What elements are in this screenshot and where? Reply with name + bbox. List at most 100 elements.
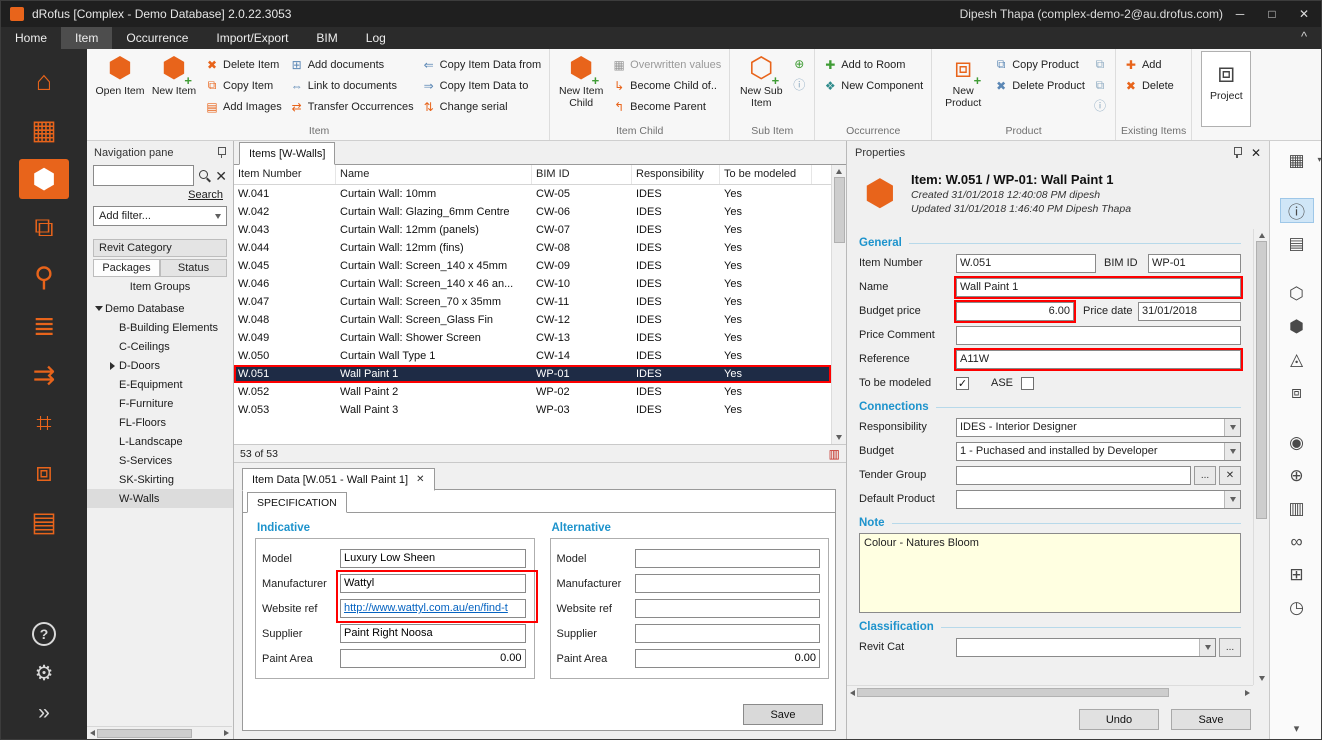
tender-group-input[interactable] [956,466,1191,485]
column-header-item-number[interactable]: Item Number [234,165,336,184]
expand-icon[interactable] [106,362,119,370]
budget-price-input[interactable]: 6.00 [956,302,1074,321]
item-data-save-button[interactable]: Save [743,704,823,725]
new-item-button[interactable]: ⬢+New Item [148,51,200,121]
items-row-w-047[interactable]: W.047Curtain Wall: Screen_70 x 35mmCW-11… [234,293,831,311]
alternative-supplier-input[interactable] [635,624,821,643]
scroll-right-icon[interactable] [224,730,229,736]
tree-item-w-walls[interactable]: W-Walls [87,489,233,508]
delete-item-button[interactable]: ✖Delete Item [202,56,285,73]
expand-sidebar-icon[interactable]: » [38,701,50,725]
info-icon[interactable]: ⓘ [1280,198,1314,223]
to-be-modeled-checkbox[interactable] [956,377,969,390]
tab-specification[interactable]: SPECIFICATION [247,492,347,513]
tree-item-f-furniture[interactable]: F-Furniture [87,394,233,413]
delete-product-button[interactable]: ✖Delete Product [991,77,1088,94]
tree-item-e-equipment[interactable]: E-Equipment [87,375,233,394]
nav-tab-status[interactable]: Status [160,259,227,277]
tree-item-sk-skirting[interactable]: SK-Skirting [87,470,233,489]
pin-icon[interactable] [216,146,226,159]
help-icon[interactable]: ? [32,622,56,646]
items-row-w-045[interactable]: W.045Curtain Wall: Screen_140 x 45mmCW-0… [234,257,831,275]
add-sub-item-button[interactable]: ⊕ [791,57,807,71]
logistics-icon[interactable]: ⇉ [19,355,69,395]
tender-group-clear-button[interactable]: ✕ [1219,466,1241,485]
grid-icon[interactable]: ⊞ [1280,562,1314,587]
alternative-manufacturer-input[interactable] [635,574,821,593]
product-info-button[interactable]: ⓘ [1092,99,1108,113]
note-textarea[interactable]: Colour - Natures Bloom [859,533,1241,613]
ase-checkbox[interactable] [1021,377,1034,390]
model-check-icon[interactable]: ◬ [1280,347,1314,372]
tree-item-b-building-elements[interactable]: B-Building Elements [87,318,233,337]
model-link-icon[interactable]: ⬢ [1280,314,1314,339]
items-row-w-042[interactable]: W.042Curtain Wall: Glazing_6mm CentreCW-… [234,203,831,221]
scroll-down-icon[interactable] [1259,676,1265,681]
items-icon[interactable]: ⬢ [19,159,69,199]
camera-icon[interactable]: ◉ [1280,430,1314,455]
properties-vertical-scrollbar[interactable] [1253,229,1269,685]
search-icon[interactable] [198,169,211,183]
items-row-w-050[interactable]: W.050Curtain Wall Type 1CW-14IDESYes [234,347,831,365]
undo-button[interactable]: Undo [1079,709,1159,730]
search-link[interactable]: Search [87,186,233,203]
bim-id-input[interactable]: WP-01 [1148,254,1241,273]
menu-tab-item[interactable]: Item [61,27,112,49]
pin-icon[interactable] [1232,146,1242,159]
copy-product-page-button[interactable]: ⧉ [1092,57,1108,71]
column-header-name[interactable]: Name [336,165,532,184]
items-row-w-043[interactable]: W.043Curtain Wall: 12mm (panels)CW-07IDE… [234,221,831,239]
scroll-up-icon[interactable] [1259,233,1265,238]
copy-item-data-to-button[interactable]: ⇒Copy Item Data to [419,77,544,94]
items-row-w-048[interactable]: W.048Curtain Wall: Screen_Glass FinCW-12… [234,311,831,329]
delete-existing-button[interactable]: ✖Delete [1121,77,1177,94]
new-product-button[interactable]: ⧈+New Product [937,51,989,121]
scrollbar-thumb[interactable] [857,688,1169,697]
filter-indicator-icon[interactable]: ▥ [829,447,840,461]
add-images-button[interactable]: ▤Add Images [202,98,285,115]
scroll-left-icon[interactable] [850,690,855,696]
scroll-left-icon[interactable] [90,730,95,736]
add-filter-select[interactable]: Add filter... [93,206,227,226]
menu-tab-import-export[interactable]: Import/Export [202,27,302,49]
model-element-icon[interactable]: ⬡ [1280,281,1314,306]
scrollbar-thumb[interactable] [97,729,192,738]
attachments-icon[interactable]: ⚲ [19,257,69,297]
transfer-occurrences-button[interactable]: ⇄Transfer Occurrences [287,98,417,115]
close-panel-icon[interactable]: ✕ [1251,146,1261,160]
copy-product-button[interactable]: ⧉Copy Product [991,56,1088,73]
items-tab[interactable]: Items [W-Walls] [239,142,335,165]
tree-item-demo-database[interactable]: Demo Database [87,299,233,318]
scroll-right-icon[interactable] [1245,690,1250,696]
budget-select[interactable]: 1 - Puchased and installed by Developer [956,442,1241,461]
item-number-input[interactable]: W.051 [956,254,1096,273]
new-component-button[interactable]: ❖New Component [820,77,926,94]
reports-icon[interactable]: ▤ [19,502,69,542]
default-product-select[interactable] [956,490,1241,509]
model-add-icon[interactable]: ⊕ [1280,463,1314,488]
indicative-paint-area-input[interactable]: 0.00 [340,649,526,668]
tree-item-c-ceilings[interactable]: C-Ceilings [87,337,233,356]
tree-item-d-doors[interactable]: D-Doors [87,356,233,375]
items-row-w-049[interactable]: W.049Curtain Wall: Shower ScreenCW-13IDE… [234,329,831,347]
box-icon[interactable]: ⧈ [1280,380,1314,405]
indicative-supplier-input[interactable]: Paint Right Noosa [340,624,526,643]
tree-item-l-landscape[interactable]: L-Landscape [87,432,233,451]
room-data-icon[interactable]: ▦ [19,110,69,150]
collapse-icon[interactable] [92,306,105,311]
link-icon[interactable]: ∞ [1280,529,1314,554]
occurrences-icon[interactable]: ⧉ [19,208,69,248]
packages-icon[interactable]: ⧈ [19,453,69,493]
overwritten-values-button[interactable]: ▦Overwritten values [609,56,724,73]
item-data-tab[interactable]: Item Data [W.051 - Wall Paint 1] ✕ [242,468,435,491]
nav-tab-packages[interactable]: Packages [93,259,160,277]
systems-icon[interactable]: ≣ [19,306,69,346]
revit-category-browse-button[interactable]: ... [1219,638,1241,657]
new-item-child-button[interactable]: ⬢+New Item Child [555,51,607,121]
items-vertical-scrollbar[interactable] [831,165,846,444]
items-row-w-052[interactable]: W.052Wall Paint 2WP-02IDESYes [234,383,831,401]
close-button[interactable]: ✕ [1289,1,1319,27]
indicative-manufacturer-input[interactable]: Wattyl [340,574,526,593]
maximize-button[interactable]: □ [1257,1,1287,27]
add-to-room-button[interactable]: ✚Add to Room [820,56,926,73]
